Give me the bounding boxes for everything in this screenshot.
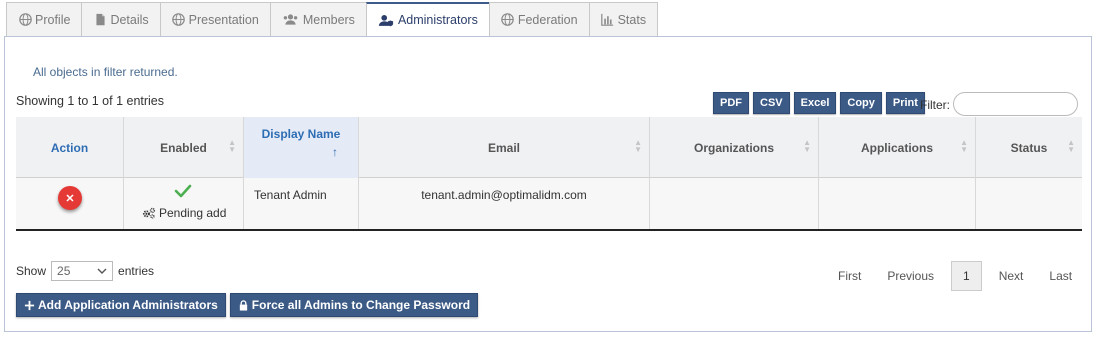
pagination-first[interactable]: First xyxy=(825,261,874,291)
email-cell: tenant.admin@optimalidm.com xyxy=(359,178,650,229)
chevron-down-icon xyxy=(97,268,107,274)
enabled-cell: Pending add xyxy=(124,178,244,229)
filter-input[interactable] xyxy=(953,92,1078,116)
table-header: Action Enabled ▲ ▼ Display Name ↑ Email ▲… xyxy=(16,117,1082,178)
tab-profile[interactable]: Profile xyxy=(6,2,82,37)
pending-status: Pending add xyxy=(142,206,226,220)
gears-icon xyxy=(142,207,156,219)
column-header-label: Applications xyxy=(860,140,933,155)
add-application-administrators-button[interactable]: Add Application Administrators xyxy=(16,293,226,317)
tab-administrators[interactable]: Administrators xyxy=(365,2,489,37)
lock-icon xyxy=(239,299,247,311)
action-buttons: Add Application Administrators Force all… xyxy=(16,293,479,317)
display-name-value: Tenant Admin xyxy=(254,188,327,202)
display-name-cell: Tenant Admin xyxy=(244,178,359,229)
administrators-panel: All objects in filter returned. Showing … xyxy=(4,36,1092,332)
column-header-label: Action xyxy=(50,140,89,155)
column-header-label: Display Name xyxy=(261,127,341,141)
tab-label: Administrators xyxy=(397,13,478,27)
tab-label: Presentation xyxy=(188,12,259,27)
column-header-label: Email xyxy=(487,140,520,155)
column-header-label: Enabled xyxy=(160,140,207,155)
column-header-email[interactable]: Email ▲ ▼ xyxy=(359,117,650,178)
plus-icon xyxy=(24,300,35,310)
column-header-label: Organizations xyxy=(693,140,774,155)
pagination-last[interactable]: Last xyxy=(1036,261,1085,291)
export-buttons: PDF CSV Excel Copy Print xyxy=(713,92,925,114)
sort-icon: ▲ ▼ xyxy=(803,138,811,154)
tab-bar: Profile Details Presentation Members Adm… xyxy=(6,2,659,37)
column-header-action[interactable]: Action xyxy=(16,117,124,178)
tab-label: Members xyxy=(302,12,355,27)
copy-button[interactable]: Copy xyxy=(840,92,882,114)
status-cell xyxy=(976,178,1082,229)
pagination: First Previous 1 Next Last xyxy=(825,261,1085,291)
showing-info: Showing 1 to 1 of 1 entries xyxy=(16,94,165,108)
entries-label: entries xyxy=(118,264,155,278)
globe-icon xyxy=(18,13,32,27)
info-message: All objects in filter returned. xyxy=(33,65,178,79)
tab-label: Stats xyxy=(617,12,647,27)
tab-federation[interactable]: Federation xyxy=(488,2,589,37)
column-header-applications[interactable]: Applications ▲ ▼ xyxy=(819,117,976,178)
remove-administrator-button[interactable]: ✕ xyxy=(58,186,82,210)
column-header-display-name[interactable]: Display Name ↑ xyxy=(244,117,359,178)
column-header-organizations[interactable]: Organizations ▲ ▼ xyxy=(650,117,819,178)
pagination-next[interactable]: Next xyxy=(986,261,1037,291)
button-label: Add Application Administrators xyxy=(38,298,218,312)
sort-icon: ▲ ▼ xyxy=(228,138,236,154)
tab-label: Profile xyxy=(35,12,71,27)
filter-label: Filter: xyxy=(920,98,950,112)
action-cell: ✕ xyxy=(16,178,124,229)
chart-icon xyxy=(601,13,615,27)
sort-icon: ▲ ▼ xyxy=(634,138,642,154)
tab-presentation[interactable]: Presentation xyxy=(159,2,270,37)
email-value: tenant.admin@optimalidm.com xyxy=(421,188,587,202)
document-icon xyxy=(93,13,107,27)
table-row: ✕ Pending add Tenant Admin tenant.admin@… xyxy=(16,178,1082,231)
globe-icon xyxy=(501,13,515,27)
column-header-enabled[interactable]: Enabled ▲ ▼ xyxy=(124,117,244,178)
administrators-table: Action Enabled ▲ ▼ Display Name ↑ Email ▲… xyxy=(16,117,1082,231)
export-csv-button[interactable]: CSV xyxy=(753,92,790,114)
page-length-control: Show 25 entries xyxy=(16,261,154,281)
pagination-previous[interactable]: Previous xyxy=(874,261,947,291)
user-shield-icon xyxy=(378,13,395,27)
close-icon: ✕ xyxy=(65,192,75,205)
tab-members[interactable]: Members xyxy=(269,2,366,37)
users-icon xyxy=(282,13,300,27)
pagination-current-page[interactable]: 1 xyxy=(951,261,982,291)
tab-stats[interactable]: Stats xyxy=(588,2,659,37)
page-length-select[interactable]: 25 xyxy=(51,261,114,281)
applications-cell xyxy=(819,178,976,229)
force-password-change-button[interactable]: Force all Admins to Change Password xyxy=(229,293,479,317)
tab-details[interactable]: Details xyxy=(81,2,160,37)
tab-label: Federation xyxy=(517,12,578,27)
checkmark-icon xyxy=(174,184,192,198)
pending-label: Pending add xyxy=(159,206,227,220)
column-header-status[interactable]: Status ▲ ▼ xyxy=(976,117,1082,178)
organizations-cell xyxy=(650,178,819,229)
button-label: Force all Admins to Change Password xyxy=(251,298,471,312)
sort-icon: ▲ ▼ xyxy=(1067,138,1075,154)
page-length-value: 25 xyxy=(57,264,71,278)
sort-ascending-icon: ↑ xyxy=(332,145,338,159)
sort-icon: ▲ ▼ xyxy=(960,138,968,154)
export-excel-button[interactable]: Excel xyxy=(793,92,837,114)
export-pdf-button[interactable]: PDF xyxy=(713,92,749,114)
column-header-label: Status xyxy=(1010,140,1048,155)
show-label: Show xyxy=(16,264,47,278)
globe-icon xyxy=(172,13,186,27)
tab-label: Details xyxy=(110,12,149,27)
